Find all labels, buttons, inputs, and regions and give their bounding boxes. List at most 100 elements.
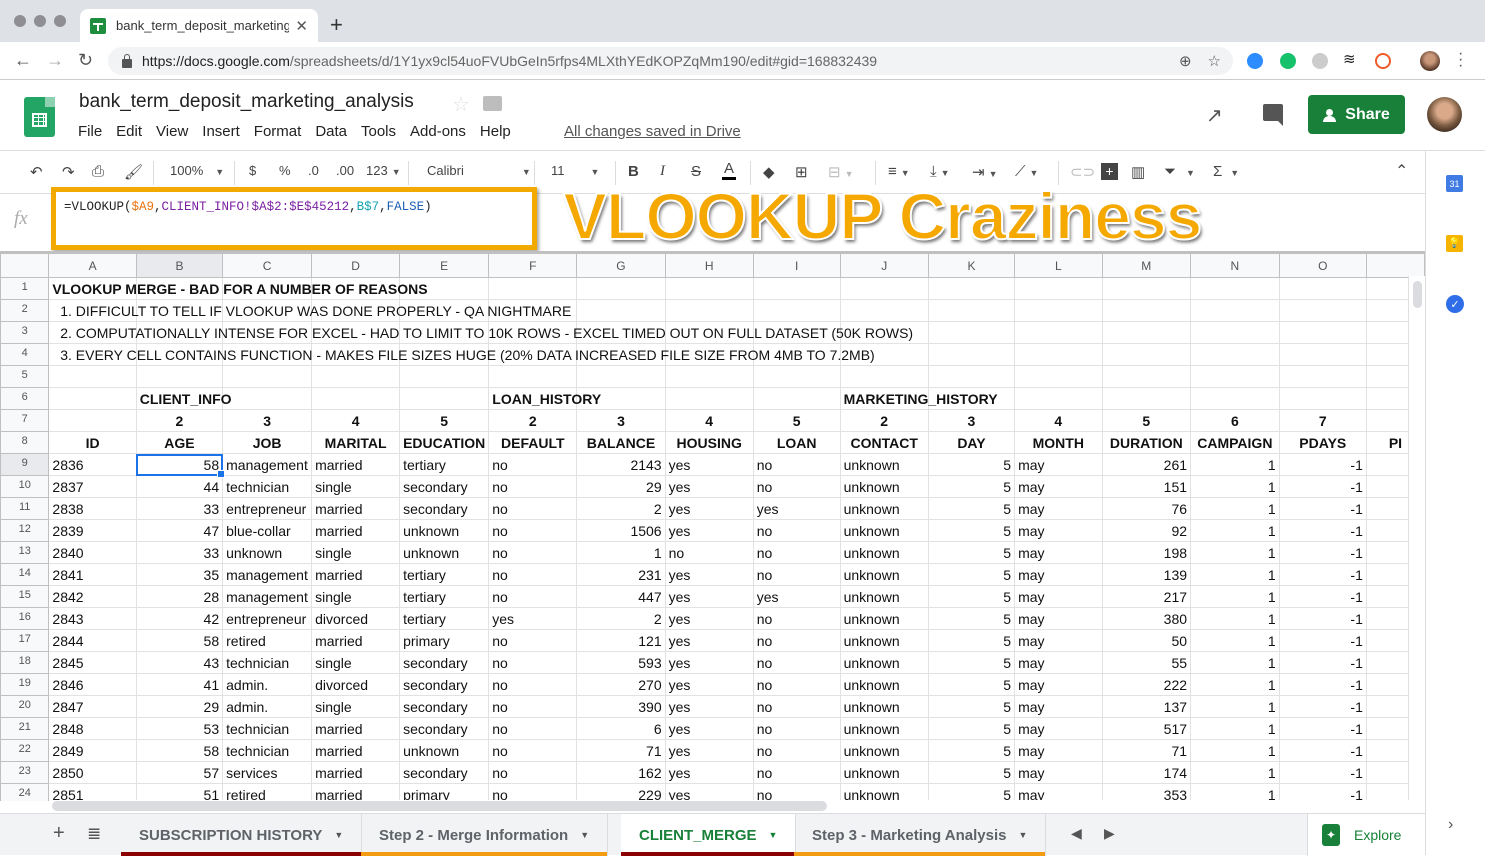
- browser-menu-icon[interactable]: · · ·: [1458, 46, 1463, 74]
- data-cell[interactable]: married: [311, 739, 401, 762]
- data-cell[interactable]: 2851: [48, 783, 137, 801]
- data-cell[interactable]: no: [488, 651, 578, 674]
- calendar-icon[interactable]: 31: [1446, 175, 1463, 192]
- column-index-cell[interactable]: 4: [311, 409, 401, 432]
- data-cell[interactable]: entrepreneur: [222, 607, 313, 630]
- close-tab-icon[interactable]: ✕: [295, 17, 308, 35]
- data-cell[interactable]: unknown: [839, 585, 929, 608]
- column-header-d[interactable]: D: [311, 253, 401, 278]
- data-cell[interactable]: 2849: [48, 739, 137, 762]
- cell[interactable]: [1101, 343, 1192, 366]
- data-cell[interactable]: 5: [927, 563, 1016, 586]
- data-cell[interactable]: 29: [576, 475, 666, 498]
- data-cell[interactable]: may: [1014, 475, 1103, 498]
- data-cell[interactable]: may: [1014, 607, 1103, 630]
- column-label-cell[interactable]: BALANCE: [576, 431, 666, 454]
- row-header[interactable]: 17: [0, 629, 50, 652]
- explore-button[interactable]: ✦ Explore: [1307, 814, 1425, 856]
- data-cell[interactable]: yes: [664, 629, 754, 652]
- column-label-cell[interactable]: JOB: [222, 431, 313, 454]
- data-cell[interactable]: yes: [752, 497, 841, 520]
- column-header-n[interactable]: N: [1190, 253, 1280, 278]
- data-cell[interactable]: 380: [1101, 607, 1192, 630]
- zoom-extension-icon[interactable]: [1247, 53, 1263, 69]
- column-header-i[interactable]: I: [752, 253, 841, 278]
- data-cell[interactable]: 5: [927, 673, 1016, 696]
- data-cell[interactable]: 121: [576, 629, 666, 652]
- data-cell[interactable]: yes: [664, 453, 754, 476]
- cell[interactable]: [576, 299, 666, 322]
- reload-icon[interactable]: ↻: [78, 50, 93, 71]
- row-header[interactable]: 12: [0, 519, 50, 542]
- data-cell[interactable]: yes: [488, 607, 578, 630]
- data-cell[interactable]: 1: [1190, 761, 1280, 784]
- column-index-cell[interactable]: 3: [576, 409, 666, 432]
- data-cell[interactable]: single: [311, 541, 401, 564]
- cell[interactable]: [48, 365, 137, 388]
- data-cell[interactable]: 217: [1101, 585, 1192, 608]
- cell[interactable]: [752, 387, 841, 410]
- data-cell[interactable]: 1: [1190, 541, 1280, 564]
- data-cell[interactable]: 229: [576, 783, 666, 801]
- data-cell[interactable]: no: [488, 673, 578, 696]
- data-cell[interactable]: 517: [1101, 717, 1192, 740]
- window-maximize-button[interactable]: [54, 15, 66, 27]
- extension-icon[interactable]: [1312, 53, 1328, 69]
- data-cell[interactable]: 42: [135, 607, 224, 630]
- data-cell[interactable]: -1: [1278, 783, 1367, 801]
- column-label-cell[interactable]: CAMPAIGN: [1190, 431, 1280, 454]
- data-cell[interactable]: 1: [1190, 673, 1280, 696]
- column-label-cell[interactable]: DAY: [927, 431, 1016, 454]
- data-cell[interactable]: 139: [1101, 563, 1192, 586]
- data-cell[interactable]: 198: [1101, 541, 1192, 564]
- data-cell[interactable]: 1: [1190, 563, 1280, 586]
- row-header[interactable]: 19: [0, 673, 50, 696]
- data-cell[interactable]: 57: [135, 761, 224, 784]
- column-index-cell[interactable]: [48, 409, 137, 432]
- sheet-tab-step-2-merge-information[interactable]: Step 2 - Merge Information ▼: [361, 814, 609, 856]
- data-cell[interactable]: 1506: [576, 519, 666, 542]
- row-header[interactable]: 3: [0, 321, 50, 344]
- cell[interactable]: [1101, 299, 1192, 322]
- cell[interactable]: [576, 365, 666, 388]
- data-cell[interactable]: admin.: [222, 695, 313, 718]
- data-cell[interactable]: no: [488, 783, 578, 801]
- cell[interactable]: [488, 365, 578, 388]
- data-cell[interactable]: technician: [222, 739, 313, 762]
- cell[interactable]: [1278, 277, 1367, 300]
- vertical-scrollbar[interactable]: [1408, 276, 1425, 801]
- column-header-b[interactable]: B: [135, 253, 224, 278]
- data-cell[interactable]: single: [311, 475, 401, 498]
- column-label-cell[interactable]: LOAN: [752, 431, 841, 454]
- row-header[interactable]: 2: [0, 299, 50, 322]
- data-cell[interactable]: 2: [576, 607, 666, 630]
- column-index-cell[interactable]: 2: [839, 409, 929, 432]
- row-header[interactable]: 8: [0, 431, 50, 454]
- data-cell[interactable]: yes: [664, 519, 754, 542]
- data-cell[interactable]: 2846: [48, 673, 137, 696]
- data-cell[interactable]: no: [488, 453, 578, 476]
- data-cell[interactable]: 76: [1101, 497, 1192, 520]
- window-close-button[interactable]: [14, 15, 26, 27]
- menu-edit[interactable]: Edit: [116, 123, 142, 140]
- cell[interactable]: MARKETING_HISTORY: [839, 387, 998, 410]
- column-header-g[interactable]: G: [576, 253, 666, 278]
- data-cell[interactable]: management: [222, 585, 313, 608]
- data-cell[interactable]: 162: [576, 761, 666, 784]
- data-cell[interactable]: 151: [1101, 475, 1192, 498]
- data-cell[interactable]: secondary: [399, 695, 490, 718]
- folder-icon[interactable]: [483, 96, 502, 111]
- text-color-button[interactable]: A: [722, 160, 737, 180]
- row-header[interactable]: 5: [0, 365, 50, 388]
- cell[interactable]: [1101, 321, 1192, 344]
- data-cell[interactable]: 5: [927, 541, 1016, 564]
- cell[interactable]: [927, 299, 1016, 322]
- data-cell[interactable]: married: [311, 783, 401, 801]
- data-cell[interactable]: may: [1014, 673, 1103, 696]
- data-cell[interactable]: no: [752, 717, 841, 740]
- data-cell[interactable]: 1: [1190, 497, 1280, 520]
- column-index-cell[interactable]: 5: [399, 409, 490, 432]
- data-cell[interactable]: no: [488, 761, 578, 784]
- data-cell[interactable]: no: [752, 519, 841, 542]
- data-cell[interactable]: married: [311, 563, 401, 586]
